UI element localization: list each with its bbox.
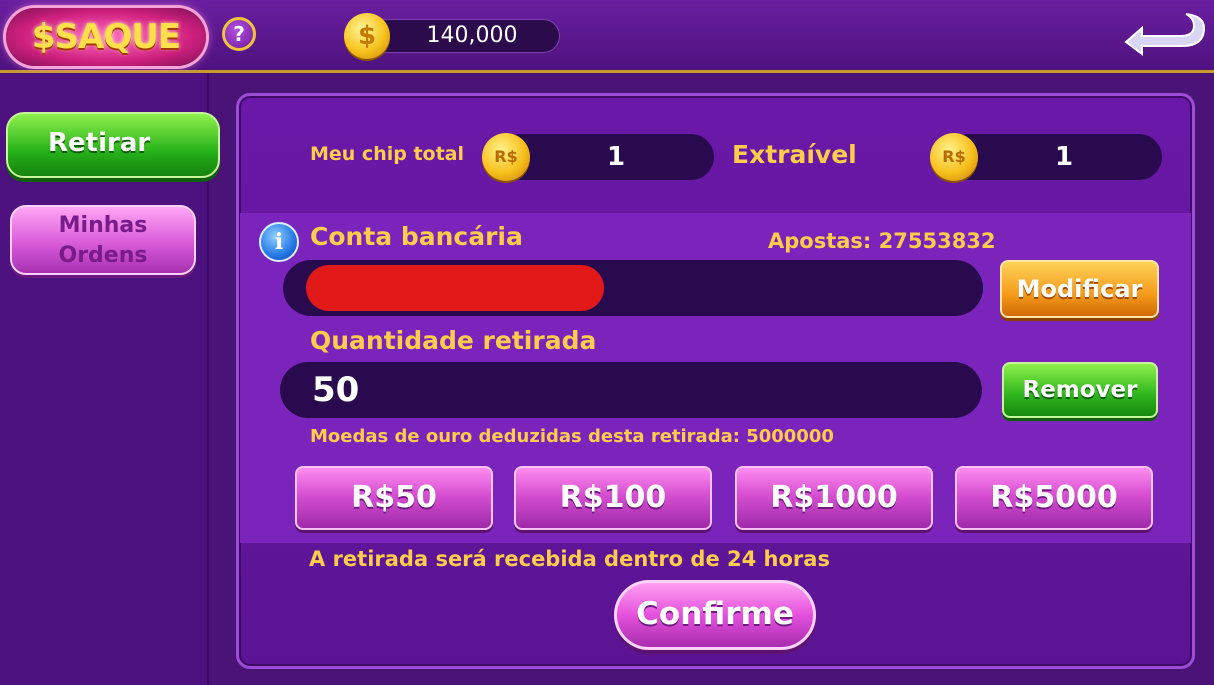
saque-logo: $SAQUE (6, 8, 206, 66)
apostas-label: Apostas: 27553832 (768, 229, 996, 253)
withdraw-amount-input[interactable] (280, 362, 982, 418)
delivery-notice: A retirada será recebida dentro de 24 ho… (309, 547, 830, 571)
chip-total-value: 1 (606, 142, 626, 172)
preset-100-button[interactable]: R$100 (514, 466, 712, 530)
preset-50-button[interactable]: R$50 (295, 466, 493, 530)
tab-minhas-label-1: Minhas (58, 213, 148, 238)
preset-1000-button[interactable]: R$1000 (735, 466, 933, 530)
modify-button[interactable]: Modificar (1000, 260, 1159, 318)
extraivel-value: 1 (1054, 142, 1074, 172)
help-button[interactable]: ? (222, 17, 256, 51)
balance-value: 140,000 (426, 23, 518, 48)
tab-retirar[interactable]: Retirar (6, 112, 220, 178)
redacted-account (306, 265, 604, 311)
bank-account-label: Conta bancária (310, 222, 523, 251)
logo-text: $SAQUE (31, 17, 181, 57)
coin-symbol: $ (357, 21, 377, 51)
preset-5000-button[interactable]: R$5000 (955, 466, 1153, 530)
tab-minhas-label-2: Ordens (58, 243, 148, 268)
deduction-note: Moedas de ouro deduzidas desta retirada:… (310, 426, 834, 447)
withdraw-amount-label: Quantidade retirada (310, 326, 597, 355)
back-arrow-icon (1124, 13, 1206, 56)
extraivel-label: Extraível (732, 140, 857, 169)
gold-coin-icon: $ (344, 13, 390, 59)
tab-minhas-ordens[interactable]: Minhas Ordens (10, 205, 196, 275)
remove-button[interactable]: Remover (1002, 362, 1158, 418)
back-button[interactable] (1120, 8, 1208, 58)
rs-coin-icon: R$ (482, 133, 530, 181)
chip-total-label: Meu chip total (310, 143, 465, 165)
info-icon[interactable]: i (259, 222, 299, 262)
rs-coin-icon: R$ (930, 133, 978, 181)
confirm-button[interactable]: Confirme (614, 580, 816, 650)
